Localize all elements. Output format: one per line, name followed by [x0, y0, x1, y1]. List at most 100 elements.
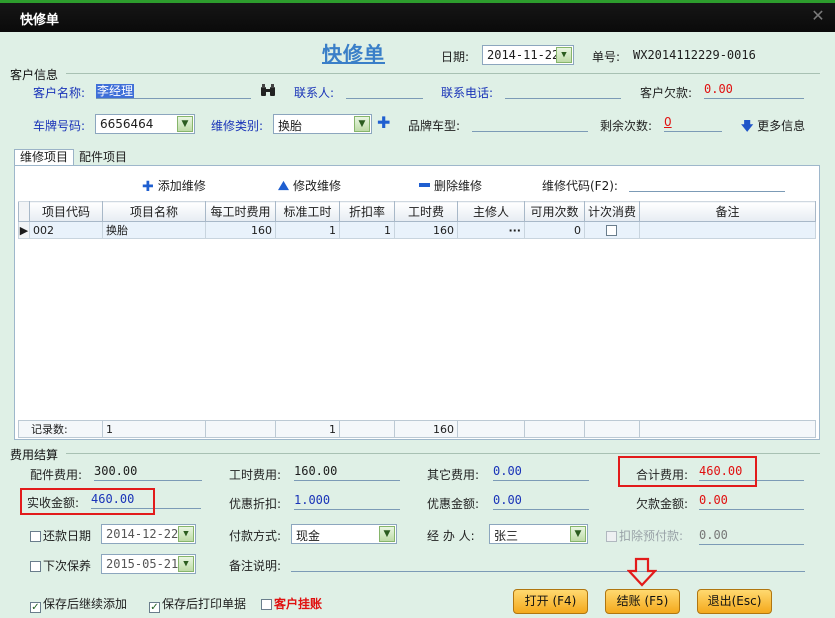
settlement-divider	[66, 453, 820, 454]
cell-hour-fee[interactable]: 160	[205, 221, 276, 239]
open-button[interactable]: 打开 (F4)	[513, 589, 588, 614]
settlement-section-label: 费用结算	[10, 448, 59, 462]
repair-code-input[interactable]	[629, 175, 785, 192]
date-value: 2014-11-22	[487, 48, 560, 62]
discount-value[interactable]: 1.000	[294, 493, 400, 510]
save-continue-check[interactable]: ✓	[30, 602, 41, 613]
chevron-down-icon[interactable]: ▼	[570, 526, 586, 542]
summary-empty	[205, 420, 276, 438]
customer-hang-label: 客户挂账	[274, 597, 323, 611]
tab-parts-items[interactable]: 配件项目	[74, 150, 132, 166]
pay-method-select[interactable]: 现金 ▼	[291, 524, 397, 544]
items-panel: ✚ 添加维修 修改维修 删除维修 维修代码(F2): 项目代码 项目名称 每工时费…	[14, 165, 820, 440]
column-header[interactable]: 折扣率	[339, 201, 395, 222]
save-continue-checkbox[interactable]: ✓ 保存后继续添加	[30, 595, 127, 613]
repay-date-check[interactable]	[30, 531, 41, 542]
next-service-picker[interactable]: 2015-05-21 ▼	[101, 554, 196, 574]
column-header[interactable]: 工时费	[394, 201, 458, 222]
column-header[interactable]: 标准工时	[275, 201, 340, 222]
add-repair-label: 添加维修	[157, 179, 206, 193]
repay-date-checkbox[interactable]: 还款日期	[30, 527, 91, 544]
column-header[interactable]: 计次消费	[584, 201, 640, 222]
other-fee-label: 其它费用:	[427, 468, 480, 482]
exit-button[interactable]: 退出(Esc)	[697, 589, 772, 614]
phone-label: 联系电话:	[441, 86, 494, 100]
date-picker[interactable]: 2014-11-22 ▼	[482, 45, 574, 65]
cell-name[interactable]: 换胎	[102, 221, 206, 239]
customer-name-value: 李经理	[96, 84, 135, 98]
ellipsis-button[interactable]: ···	[508, 224, 521, 237]
add-repair-button[interactable]: ✚ 添加维修	[142, 177, 206, 194]
brand-field[interactable]	[472, 115, 588, 132]
items-summary-row: 记录数: 1 1 160	[18, 420, 816, 438]
repair-code-label: 维修代码(F2):	[542, 179, 618, 193]
summary-empty	[524, 420, 585, 438]
close-icon[interactable]: ✕	[807, 5, 829, 27]
triangle-up-icon	[278, 180, 289, 191]
more-info-button[interactable]: 🡇 更多信息	[741, 117, 805, 138]
discount-amount-label: 优惠金额:	[427, 497, 480, 511]
tab-repair-items[interactable]: 维修项目	[14, 149, 75, 165]
chevron-down-icon[interactable]: ▼	[177, 116, 193, 132]
plate-select[interactable]: 6656464 ▼	[95, 114, 195, 134]
cell-uses[interactable]: 0	[524, 221, 585, 239]
contact-label: 联系人:	[294, 86, 335, 100]
arrow-down-icon	[627, 557, 657, 587]
cell-code[interactable]: 002	[29, 221, 103, 239]
cell-technician[interactable]: ···	[457, 221, 525, 239]
chevron-down-icon[interactable]: ▼	[354, 116, 370, 132]
cell-std-hours[interactable]: 1	[275, 221, 340, 239]
contact-field[interactable]	[346, 82, 423, 99]
remaining-label: 剩余次数:	[600, 119, 653, 133]
deduct-prepay-checkbox[interactable]: 扣除预付款:	[606, 527, 683, 544]
minus-icon	[419, 183, 430, 187]
column-header[interactable]: 项目代码	[29, 201, 103, 222]
remark-input[interactable]	[291, 555, 805, 572]
repair-type-select[interactable]: 换胎 ▼	[273, 114, 372, 134]
repay-date-label: 还款日期	[43, 529, 92, 543]
count-consume-checkbox[interactable]	[605, 224, 617, 236]
cell-labor-fee[interactable]: 160	[394, 221, 458, 239]
save-print-checkbox[interactable]: ✓ 保存后打印单据	[149, 595, 246, 613]
column-header[interactable]: 每工时费用	[205, 201, 276, 222]
record-count-label: 记录数:	[18, 420, 103, 438]
edit-repair-button[interactable]: 修改维修	[278, 177, 341, 194]
customer-hang-checkbox[interactable]: 客户挂账	[261, 595, 322, 612]
received-highlight	[20, 488, 155, 515]
chevron-down-icon[interactable]: ▼	[379, 526, 395, 542]
next-service-check[interactable]	[30, 561, 41, 572]
checkout-button[interactable]: 结账 (F5)	[605, 589, 680, 614]
cell-remark[interactable]	[639, 221, 816, 239]
chevron-down-icon[interactable]: ▼	[178, 556, 194, 572]
customer-name-field[interactable]: 李经理	[96, 82, 251, 99]
chevron-down-icon[interactable]: ▼	[556, 47, 572, 63]
column-header[interactable]: 备注	[639, 201, 816, 222]
handler-select[interactable]: 张三 ▼	[489, 524, 588, 544]
table-row[interactable]: ▶ 002 换胎 160 1 1 160 ··· 0	[18, 221, 816, 239]
repay-date-picker[interactable]: 2014-12-22 ▼	[101, 524, 196, 544]
discount-amount-value[interactable]: 0.00	[493, 493, 589, 510]
customer-hang-check[interactable]	[261, 599, 272, 610]
cell-count-consume[interactable]	[584, 221, 640, 239]
brand-label: 品牌车型:	[408, 119, 461, 133]
labor-fee-value: 160.00	[294, 464, 400, 481]
summary-empty	[584, 420, 640, 438]
phone-field[interactable]	[505, 82, 621, 99]
plate-label: 车牌号码:	[33, 119, 86, 133]
add-repair-type-icon[interactable]: ✚	[377, 115, 390, 131]
deduct-prepay-check[interactable]	[606, 531, 617, 542]
column-header[interactable]: 项目名称	[102, 201, 206, 222]
repair-type-value: 换胎	[278, 119, 303, 133]
chevron-down-icon[interactable]: ▼	[178, 526, 194, 542]
date-label: 日期:	[441, 50, 470, 64]
cell-discount[interactable]: 1	[339, 221, 395, 239]
column-header[interactable]: 可用次数	[524, 201, 585, 222]
binoculars-icon[interactable]	[260, 83, 276, 100]
save-print-check[interactable]: ✓	[149, 602, 160, 613]
next-service-checkbox[interactable]: 下次保养	[30, 557, 91, 574]
column-header[interactable]: 主修人	[457, 201, 525, 222]
next-service-label: 下次保养	[43, 559, 92, 573]
record-count-value: 1	[102, 420, 206, 438]
delete-repair-button[interactable]: 删除维修	[419, 177, 482, 194]
form-title: 快修单	[322, 42, 385, 66]
